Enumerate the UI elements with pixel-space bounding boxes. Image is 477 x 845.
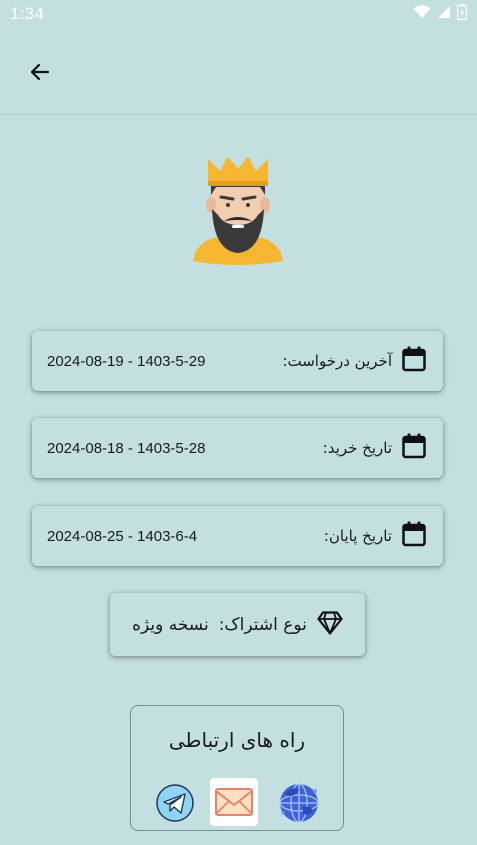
- globe-icon[interactable]: [277, 781, 321, 829]
- end-date-label-group: تاریخ پایان:: [324, 521, 426, 551]
- status-time: 1:34: [10, 4, 45, 23]
- diamond-icon: [317, 610, 343, 639]
- purchase-date-value: 2024-08-18 - 1403-5-28: [47, 439, 206, 457]
- contact-box: راه های ارتباطی: [130, 705, 344, 831]
- status-icons: [413, 3, 468, 25]
- end-date-card: 2024-08-25 - 1403-6-4 تاریخ پایان:: [32, 506, 443, 566]
- purchase-date-label-group: تاریخ خرید:: [323, 433, 426, 463]
- signal-icon: [437, 5, 451, 24]
- subscription-card: نوع اشتراک: نسخه ویژه: [110, 593, 365, 656]
- last-request-label: آخرین درخواست:: [282, 352, 392, 370]
- app-bar: [0, 28, 477, 115]
- calendar-icon: [402, 433, 426, 463]
- king-avatar-image: [190, 155, 286, 267]
- calendar-icon: [402, 346, 426, 376]
- wifi-icon: [413, 4, 431, 24]
- last-request-label-group: آخرین درخواست:: [282, 346, 426, 376]
- end-date-value: 2024-08-25 - 1403-6-4: [47, 527, 198, 545]
- back-button[interactable]: [22, 56, 58, 92]
- mail-icon[interactable]: [210, 778, 258, 830]
- status-bar: 1:34: [0, 0, 477, 28]
- contact-icons: [131, 778, 343, 826]
- calendar-icon: [402, 521, 426, 551]
- contact-title: راه های ارتباطی: [168, 728, 306, 752]
- telegram-icon[interactable]: [155, 783, 195, 827]
- subscription-label: نوع اشتراک:: [218, 614, 307, 635]
- battery-icon: [456, 3, 468, 25]
- subscription-value: نسخه ویژه: [132, 614, 209, 635]
- last-request-value: 2024-08-19 - 1403-5-29: [47, 352, 206, 370]
- last-request-card: 2024-08-19 - 1403-5-29 آخرین درخواست:: [32, 331, 443, 391]
- purchase-date-card: 2024-08-18 - 1403-5-28 تاریخ خرید:: [32, 418, 443, 478]
- end-date-label: تاریخ پایان:: [323, 527, 392, 545]
- arrow-left-icon: [28, 60, 52, 88]
- purchase-date-label: تاریخ خرید:: [322, 439, 392, 457]
